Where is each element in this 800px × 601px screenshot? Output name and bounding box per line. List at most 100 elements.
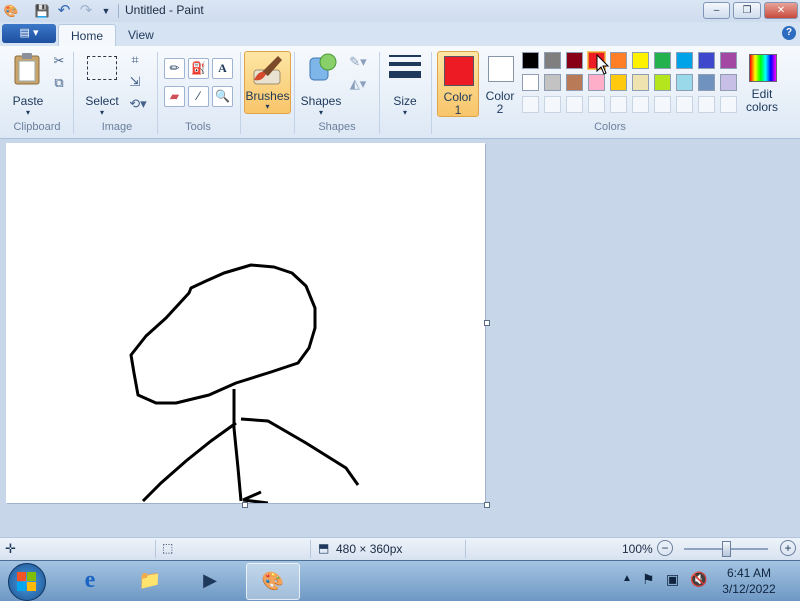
custom-color-slot[interactable] xyxy=(544,96,561,113)
file-explorer-taskbar-icon[interactable]: 📁 xyxy=(124,563,176,598)
custom-color-slot[interactable] xyxy=(720,96,737,113)
tab-view[interactable]: View xyxy=(116,24,166,46)
palette-swatch[interactable] xyxy=(522,74,539,91)
minimize-button[interactable]: ‒ xyxy=(703,2,730,19)
custom-color-slot[interactable] xyxy=(676,96,693,113)
redo-icon[interactable]: ↷ xyxy=(78,3,94,19)
palette-swatch[interactable] xyxy=(610,74,627,91)
color1-button[interactable]: Color 1 xyxy=(437,51,479,117)
paint-taskbar-icon[interactable]: 🎨 xyxy=(246,563,300,600)
zoom-out-button[interactable]: − xyxy=(657,540,673,556)
custom-color-slot[interactable] xyxy=(522,96,539,113)
zoom-slider-thumb[interactable] xyxy=(722,541,731,557)
mouse-cursor-icon xyxy=(596,54,610,75)
status-separator xyxy=(155,540,156,558)
palette-swatch[interactable] xyxy=(654,74,671,91)
brushes-button[interactable]: Brushes ▾ xyxy=(244,51,291,114)
clipboard-group-label: Clipboard xyxy=(13,121,61,133)
title-bar: 🎨 💾 ↶ ↷ ▼ Untitled - Paint ‒ ❐ ✕ xyxy=(0,0,800,22)
custom-color-slot[interactable] xyxy=(632,96,649,113)
show-hidden-icons-icon[interactable]: ▲ xyxy=(622,573,632,584)
paint-app-icon[interactable]: 🎨 xyxy=(3,3,19,19)
clipboard-icon xyxy=(14,53,40,85)
palette-swatch[interactable] xyxy=(720,52,737,69)
fill-bucket-icon[interactable]: ⛽ xyxy=(188,58,209,79)
resize-handle-corner[interactable] xyxy=(484,502,490,508)
brushes-label: Brushes xyxy=(245,89,290,103)
pencil-icon[interactable]: ✏ xyxy=(164,58,185,79)
palette-swatch[interactable] xyxy=(588,74,605,91)
save-icon[interactable]: 💾 xyxy=(34,3,50,19)
palette-swatch[interactable] xyxy=(544,52,561,69)
palette-swatch[interactable] xyxy=(676,74,693,91)
canvas-size-text: 480 × 360px xyxy=(336,542,403,556)
internet-explorer-taskbar-icon[interactable]: e xyxy=(64,563,116,598)
palette-swatch[interactable] xyxy=(676,52,693,69)
media-player-taskbar-icon[interactable]: ▶ xyxy=(184,563,236,598)
undo-icon[interactable]: ↶ xyxy=(56,3,72,19)
taskbar-clock[interactable]: 6:41 AM 3/12/2022 xyxy=(716,565,782,597)
select-label: Select xyxy=(85,94,119,108)
palette-swatch[interactable] xyxy=(654,52,671,69)
select-button[interactable]: Select ▾ xyxy=(84,52,120,128)
palette-swatch[interactable] xyxy=(610,52,627,69)
zoom-in-button[interactable]: + xyxy=(780,540,796,556)
outline-icon[interactable]: ✎▾ xyxy=(346,53,370,71)
text-tool-icon[interactable]: A xyxy=(212,58,233,79)
start-button[interactable] xyxy=(8,563,46,601)
copy-icon[interactable]: ⧉ xyxy=(50,74,68,92)
network-icon[interactable]: ▣ xyxy=(666,571,679,588)
palette-swatch[interactable] xyxy=(544,74,561,91)
shapes-label: Shapes xyxy=(300,94,342,108)
clock-time: 6:41 AM xyxy=(726,566,772,580)
group-separator xyxy=(294,52,295,134)
paste-button[interactable]: Paste ▾ xyxy=(10,52,46,128)
fill-icon[interactable]: ◭▾ xyxy=(346,75,370,93)
group-separator xyxy=(240,52,241,134)
custom-color-slot[interactable] xyxy=(610,96,627,113)
custom-color-slot[interactable] xyxy=(566,96,583,113)
windows-logo-icon xyxy=(17,572,36,591)
close-button[interactable]: ✕ xyxy=(764,2,798,19)
shapes-group-label: Shapes xyxy=(318,121,356,133)
selection-size-icon: ⬚ xyxy=(162,541,174,555)
palette-swatch[interactable] xyxy=(720,74,737,91)
resize-handle-right[interactable] xyxy=(484,320,490,326)
status-bar: ✛ ⬚ ⬒ 480 × 360px 100% − + xyxy=(0,537,800,560)
help-icon[interactable]: ? xyxy=(782,26,796,40)
ribbon: Paste ▾ ✂ ⧉ Clipboard Select ▾ ⌗ ⇲ ⟲▾ Im… xyxy=(0,46,800,139)
customize-quick-access-icon[interactable]: ▼ xyxy=(98,3,114,19)
palette-swatch[interactable] xyxy=(698,74,715,91)
drawing-canvas[interactable] xyxy=(6,143,485,505)
window-title: Untitled - Paint xyxy=(125,3,204,17)
magnifier-icon[interactable]: 🔍 xyxy=(212,86,233,107)
maximize-button[interactable]: ❐ xyxy=(733,2,761,19)
color1-label: Color xyxy=(443,90,473,104)
cut-icon[interactable]: ✂ xyxy=(50,52,68,70)
paste-label: Paste xyxy=(12,94,44,108)
resize-icon[interactable]: ⇲ xyxy=(126,73,144,91)
edit-colors-button[interactable]: Edit colors xyxy=(742,52,782,118)
rotate-icon[interactable]: ⟲▾ xyxy=(126,95,150,113)
palette-swatch[interactable] xyxy=(566,74,583,91)
color-picker-icon[interactable]: ⁄ xyxy=(188,86,209,107)
eraser-icon[interactable]: ▰ xyxy=(164,86,185,107)
size-button[interactable]: Size ▾ xyxy=(385,52,425,118)
resize-handle-bottom[interactable] xyxy=(242,502,248,508)
shapes-button[interactable]: Shapes ▾ xyxy=(300,52,342,118)
color2-button[interactable]: Color 2 xyxy=(482,51,518,116)
colors-group-label: Colors xyxy=(594,121,626,133)
palette-swatch[interactable] xyxy=(522,52,539,69)
palette-swatch[interactable] xyxy=(566,52,583,69)
volume-muted-icon[interactable]: 🔇 xyxy=(690,571,707,588)
palette-swatch[interactable] xyxy=(632,74,649,91)
action-center-flag-icon[interactable]: ⚑ xyxy=(642,571,655,588)
tab-home[interactable]: Home xyxy=(58,24,117,47)
custom-color-slot[interactable] xyxy=(654,96,671,113)
palette-swatch[interactable] xyxy=(632,52,649,69)
paint-menu-button[interactable]: ▤ ▾ xyxy=(2,24,56,43)
palette-swatch[interactable] xyxy=(698,52,715,69)
custom-color-slot[interactable] xyxy=(698,96,715,113)
custom-color-slot[interactable] xyxy=(588,96,605,113)
crop-icon[interactable]: ⌗ xyxy=(126,51,144,69)
